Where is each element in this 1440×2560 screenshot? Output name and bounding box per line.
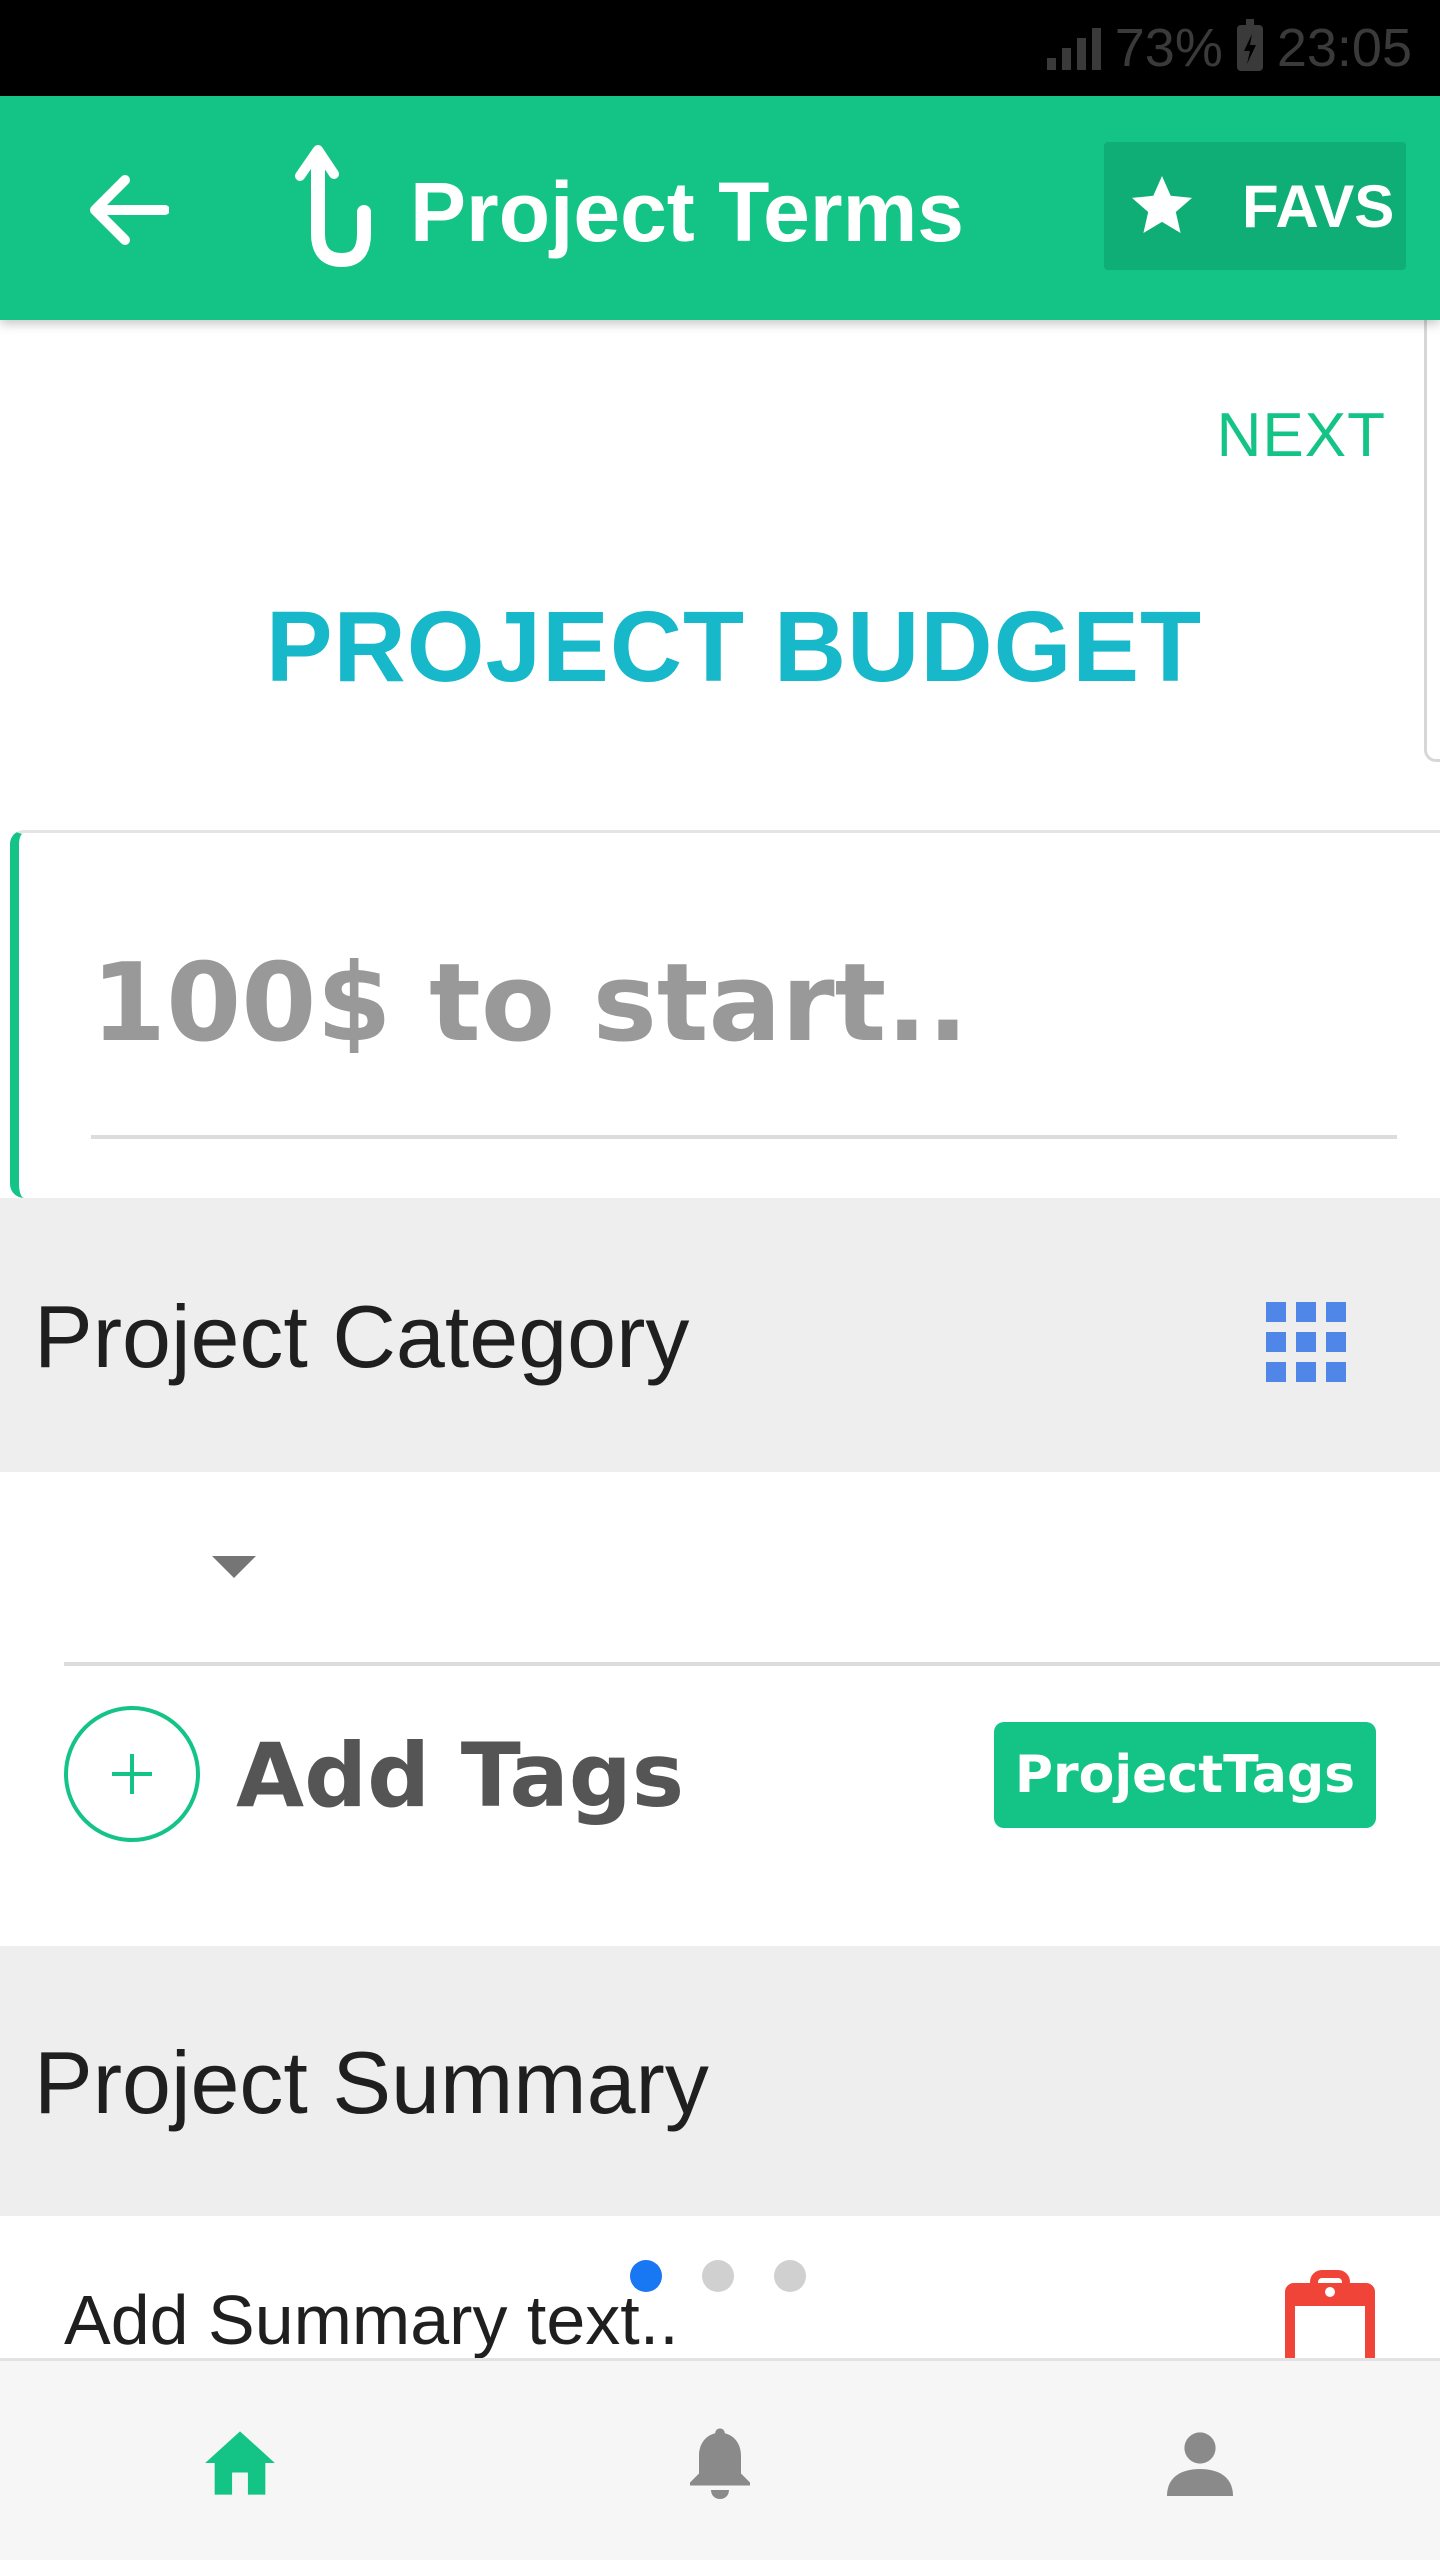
- budget-title: PROJECT BUDGET: [265, 591, 1203, 703]
- summary-title: Project Summary: [34, 2033, 709, 2132]
- star-icon: [1122, 166, 1202, 246]
- battery-percent: 73%: [1114, 18, 1223, 78]
- plus-circle-icon: [112, 1754, 152, 1794]
- battery-charging-icon: [1236, 19, 1263, 71]
- bell-icon: [690, 2428, 750, 2499]
- budget-underline: [91, 1135, 1397, 1139]
- budget-card: [10, 830, 1440, 1198]
- nav-notifications[interactable]: [672, 2415, 768, 2511]
- add-tags-label: Add Tags: [236, 1724, 685, 1827]
- pager-dot-1[interactable]: [630, 2260, 662, 2292]
- app-logo-icon: [295, 145, 371, 268]
- budget-input[interactable]: [91, 953, 1401, 1053]
- summary-section-header: Project Summary: [0, 1946, 1440, 2216]
- app-title: Project Terms: [410, 165, 964, 259]
- grid-icon[interactable]: [1266, 1302, 1346, 1382]
- category-section-header: Project Category: [0, 1198, 1440, 1472]
- nav-profile[interactable]: [1152, 2415, 1248, 2511]
- category-select[interactable]: [64, 1482, 1440, 1666]
- signal-icon: [1046, 26, 1101, 70]
- person-icon: [1167, 2432, 1233, 2496]
- summary-input[interactable]: Add Summary text..: [64, 2280, 679, 2360]
- back-button[interactable]: [80, 162, 176, 258]
- category-title: Project Category: [34, 1287, 690, 1386]
- add-tag-button[interactable]: [64, 1706, 200, 1842]
- pager-dot-2[interactable]: [702, 2260, 734, 2292]
- dropdown-arrow-icon: [212, 1556, 256, 1578]
- pager-dot-3[interactable]: [774, 2260, 806, 2292]
- status-bar: 73% 23:05: [0, 0, 1440, 96]
- category-underline: [64, 1662, 1440, 1666]
- bottom-nav: [0, 2358, 1440, 2560]
- clipboard-icon[interactable]: [1280, 2268, 1380, 2373]
- pager-dots: [630, 2260, 806, 2292]
- status-time: 23:05: [1276, 18, 1412, 78]
- nav-home[interactable]: [192, 2415, 288, 2511]
- app-bar: Project Terms FAVS: [0, 96, 1440, 320]
- favs-button[interactable]: FAVS: [1104, 142, 1406, 270]
- favs-label: FAVS: [1242, 172, 1395, 240]
- home-icon: [205, 2431, 275, 2495]
- next-button[interactable]: NEXT: [1217, 400, 1386, 471]
- project-tags-chip[interactable]: ProjectTags: [994, 1722, 1376, 1828]
- status-right: 73% 23:05: [1046, 14, 1412, 82]
- screen: 73% 23:05 Project Terms FAVS NEXT PROJEC…: [0, 0, 1440, 2560]
- back-arrow-icon: [90, 175, 169, 245]
